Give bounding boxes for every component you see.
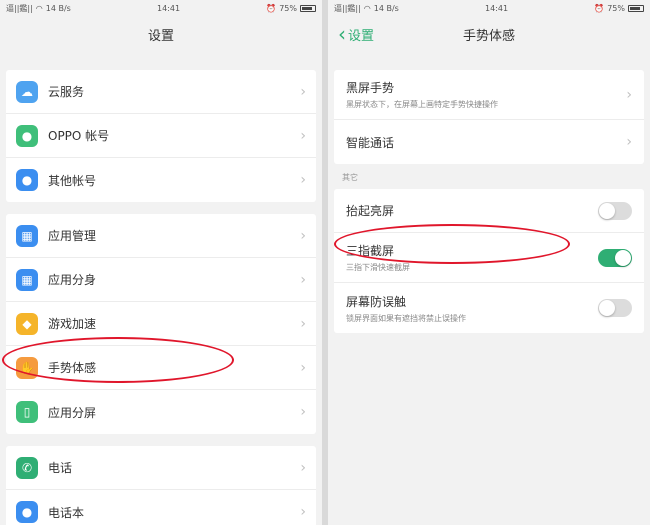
chevron-right-icon: › — [300, 504, 306, 520]
settings-screen: 逼||鑑|| ◠ 14 B/s 14:41 ⏰ 75% 设置 ☁ 云服务 › ● OPP… — [0, 0, 322, 525]
gesture-toggle-item: 三指截屏三指下滑快速截屏 — [334, 233, 644, 283]
title-bar: 设置 — [0, 16, 322, 52]
app-clone-icon: ▦ — [16, 268, 38, 291]
settings-item[interactable]: ▦ 应用分身 › — [6, 258, 316, 302]
title-bar: ‹ 设置 手势体感 — [328, 16, 650, 52]
person-icon: ● — [16, 169, 38, 191]
contacts-icon: ● — [16, 501, 38, 523]
gesture-setting-item[interactable]: 智能通话 › — [334, 120, 644, 164]
apps-grid-icon: ▦ — [16, 224, 38, 247]
setting-title: 抬起亮屏 — [346, 204, 395, 218]
clock: 14:41 — [485, 3, 509, 13]
battery-percent: 75% — [279, 3, 297, 13]
settings-item-label: 应用分身 — [48, 273, 97, 287]
gesture-group-primary: 黑屏手势黑屏状态下，在屏幕上画特定手势快捷操作 › 智能通话 › — [334, 70, 644, 164]
battery-percent: 75% — [607, 3, 625, 13]
setting-description: 锁屏界面如果有遮挡将禁止误操作 — [346, 313, 466, 323]
chevron-right-icon: › — [626, 86, 632, 103]
chevron-right-icon: › — [300, 459, 306, 476]
settings-group-phone: ✆ 电话 › ● 电话本 › — [6, 446, 316, 525]
chevron-right-icon: › — [300, 359, 306, 376]
gesture-setting-item[interactable]: 黑屏手势黑屏状态下，在屏幕上画特定手势快捷操作 › — [334, 70, 644, 120]
gesture-settings-screen: 逼||鑑|| ◠ 14 B/s 14:41 ⏰ 75% ‹ 设置 手势体感 黑屏… — [328, 0, 650, 525]
settings-item-label: 电话 — [48, 461, 73, 475]
chevron-right-icon: › — [300, 83, 306, 100]
status-bar: 逼||鑑|| ◠ 14 B/s 14:41 ⏰ 75% — [328, 0, 650, 16]
split-screen-icon: ▯ — [16, 401, 38, 423]
wifi-icon: ◠ — [363, 3, 371, 13]
cloud-icon: ☁ — [16, 80, 38, 103]
settings-item[interactable]: ▯ 应用分屏 › — [6, 390, 316, 434]
settings-item[interactable]: ☁ 云服务 › — [6, 70, 316, 114]
setting-description: 三指下滑快速截屏 — [346, 263, 410, 272]
toggle-knob — [599, 202, 615, 219]
toggle-knob — [615, 249, 631, 266]
settings-group-apps: ▦ 应用管理 › ▦ 应用分身 › ◆ 游戏加速 › ✋ 手势体感 › ▯ 应用分屏 › — [6, 214, 316, 434]
settings-item[interactable]: ● 其他帐号 › — [6, 158, 316, 202]
setting-title: 屏幕防误触 — [346, 294, 407, 309]
carrier-text: 逼||鑑|| — [6, 3, 33, 13]
setting-title: 黑屏手势 — [346, 81, 395, 95]
settings-item[interactable]: ✆ 电话 › — [6, 446, 316, 490]
setting-description: 黑屏状态下，在屏幕上画特定手势快捷操作 — [346, 100, 498, 109]
page-title: 设置 — [147, 28, 174, 44]
toggle-switch[interactable] — [598, 248, 632, 267]
carrier-text: 逼||鑑|| — [334, 3, 361, 13]
gesture-group-other: 抬起亮屏三指截屏三指下滑快速截屏屏幕防误触锁屏界面如果有遮挡将禁止误操作 — [334, 189, 644, 333]
settings-item-label: 电话本 — [48, 505, 85, 520]
chevron-right-icon: › — [300, 404, 306, 420]
toggle-switch[interactable] — [598, 299, 632, 317]
clock: 14:41 — [157, 3, 181, 13]
chevron-right-icon: › — [626, 134, 632, 150]
network-speed: 14 B/s — [45, 3, 71, 13]
settings-item[interactable]: ▦ 应用管理 › — [6, 214, 316, 258]
chevron-right-icon: › — [300, 172, 306, 188]
settings-item-label: 游戏加速 — [48, 317, 97, 331]
chevron-right-icon: › — [300, 227, 306, 244]
toggle-switch[interactable] — [598, 201, 632, 220]
back-label: 设置 — [348, 28, 375, 44]
status-bar: 逼||鑑|| ◠ 14 B/s 14:41 ⏰ 75% — [0, 0, 322, 16]
settings-item-label: 其他帐号 — [48, 173, 97, 188]
game-icon: ◆ — [16, 312, 38, 335]
settings-item[interactable]: ● OPPO 帐号 › — [6, 114, 316, 158]
settings-item-label: 应用分屏 — [48, 405, 97, 420]
wifi-icon: ◠ — [35, 3, 43, 13]
battery-icon — [300, 4, 316, 12]
chevron-right-icon: › — [300, 315, 306, 332]
setting-title: 智能通话 — [346, 135, 395, 150]
settings-item[interactable]: ◆ 游戏加速 › — [6, 302, 316, 346]
chevron-right-icon: › — [300, 271, 306, 288]
settings-item-label: 应用管理 — [48, 229, 97, 243]
alarm-icon: ⏰ — [266, 3, 277, 13]
phone-icon: ✆ — [16, 456, 38, 479]
network-speed: 14 B/s — [373, 3, 399, 13]
settings-item-label: 手势体感 — [48, 361, 97, 375]
setting-title: 三指截屏 — [346, 244, 395, 258]
chevron-left-icon: ‹ — [338, 22, 346, 46]
chevron-right-icon: › — [300, 127, 306, 144]
settings-item[interactable]: ● 电话本 › — [6, 490, 316, 525]
page-title: 手势体感 — [462, 28, 515, 44]
gesture-toggle-item: 屏幕防误触锁屏界面如果有遮挡将禁止误操作 — [334, 283, 644, 333]
alarm-icon: ⏰ — [594, 3, 605, 13]
back-button[interactable]: ‹ 设置 — [338, 16, 374, 52]
settings-item-label: OPPO 帐号 — [48, 129, 110, 143]
section-label: 其它 — [342, 173, 358, 182]
settings-item-label: 云服务 — [48, 85, 85, 99]
hand-gesture-icon: ✋ — [16, 356, 38, 379]
user-icon: ● — [16, 124, 38, 147]
battery-icon — [628, 4, 644, 12]
toggle-knob — [599, 300, 615, 316]
settings-item[interactable]: ✋ 手势体感 › — [6, 346, 316, 390]
gesture-toggle-item: 抬起亮屏 — [334, 189, 644, 233]
settings-group-accounts: ☁ 云服务 › ● OPPO 帐号 › ● 其他帐号 › — [6, 70, 316, 202]
